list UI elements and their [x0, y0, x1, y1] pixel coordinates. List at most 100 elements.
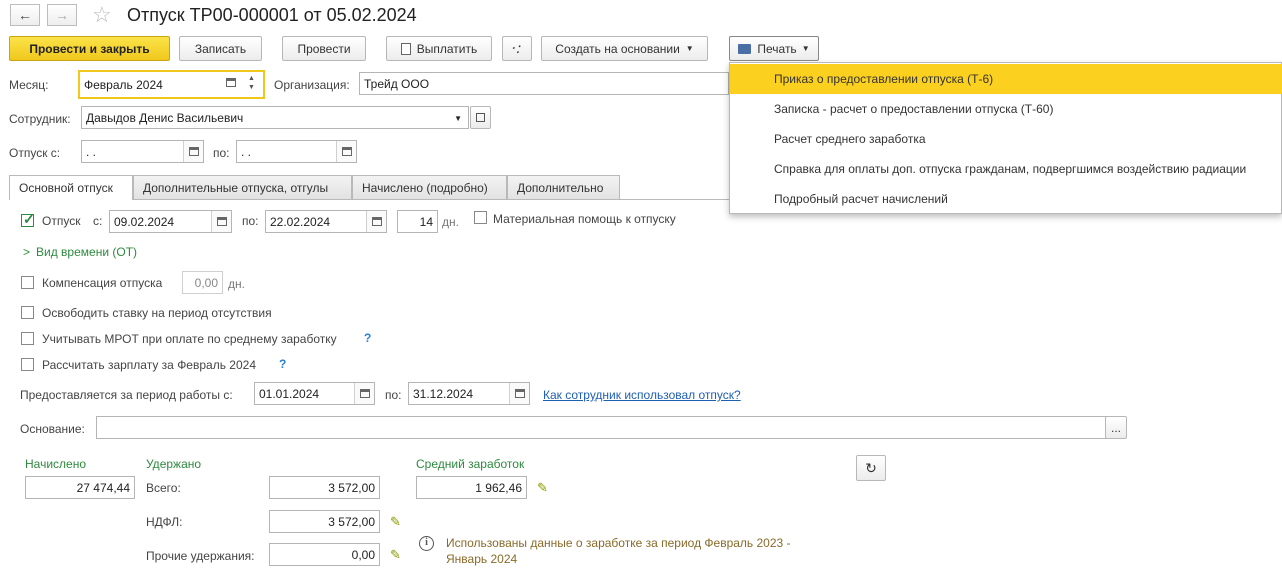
print-button[interactable]: Печать ▼	[729, 36, 819, 61]
tab-accrued-detailed[interactable]: Начислено (подробно)	[352, 175, 507, 199]
tab-additional-leaves[interactable]: Дополнительные отпуска, отгулы	[133, 175, 352, 199]
tab-additional[interactable]: Дополнительно	[507, 175, 620, 199]
post-button[interactable]: Провести	[282, 36, 366, 61]
save-button[interactable]: Записать	[179, 36, 262, 61]
total-withheld-field: 3 572,00	[269, 476, 380, 499]
period-from-value: 01.01.2024	[259, 387, 320, 401]
open-employee-button[interactable]	[470, 106, 491, 129]
leave-checkbox-label: Отпуск	[42, 214, 81, 228]
print-label: Печать	[757, 41, 797, 56]
mrot-checkbox[interactable]	[21, 332, 34, 345]
calc-salary-checkbox[interactable]	[21, 358, 34, 371]
calendar-icon[interactable]	[336, 141, 356, 162]
printer-icon	[738, 43, 752, 54]
dropdown-arrow-icon[interactable]: ▼	[454, 112, 462, 126]
info-icon: i	[419, 536, 434, 551]
create-based-on-button[interactable]: Создать на основании ▼	[541, 36, 708, 61]
employee-label: Сотрудник:	[9, 112, 71, 126]
ndfl-label: НДФЛ:	[146, 515, 183, 529]
time-type-expander[interactable]: > Вид времени (ОТ)	[23, 245, 137, 259]
chevron-right-icon: >	[23, 245, 31, 259]
month-field[interactable]: Февраль 2024 ▲ ▼	[78, 70, 265, 99]
attach-button[interactable]: ∴	[502, 36, 532, 61]
create-based-label: Создать на основании	[555, 41, 680, 56]
ellipsis-icon: ...	[1110, 420, 1121, 435]
free-rate-checkbox[interactable]	[21, 306, 34, 319]
document-icon	[400, 42, 411, 55]
leave-end-field[interactable]: 22.02.2024	[265, 210, 387, 233]
arrow-left-icon: ←	[18, 7, 32, 23]
print-menu: Приказ о предоставлении отпуска (Т-6) За…	[729, 62, 1282, 214]
dropdown-arrow-icon: ▼	[685, 44, 694, 53]
compensation-days-field[interactable]: 0,00	[182, 271, 223, 294]
period-to-field[interactable]: 31.12.2024	[408, 382, 530, 405]
open-window-icon	[476, 113, 485, 122]
other-withholdings-label: Прочие удержания:	[146, 549, 255, 563]
edit-avg-pencil-icon[interactable]: ✎	[537, 480, 548, 496]
leave-usage-link[interactable]: Как сотрудник использовал отпуск?	[543, 388, 741, 402]
calendar-icon[interactable]	[509, 383, 529, 404]
period-from-field[interactable]: 01.01.2024	[254, 382, 375, 405]
window-title: Отпуск ТР00-000001 от 05.02.2024	[127, 5, 417, 25]
basis-select-button[interactable]: ...	[1105, 416, 1127, 439]
month-stepper[interactable]: ▲ ▼	[248, 74, 255, 92]
to-label: по:	[242, 214, 259, 228]
leave-end-value: 22.02.2024	[270, 215, 331, 229]
calendar-icon[interactable]	[354, 383, 374, 404]
pay-label: Выплатить	[416, 41, 478, 56]
refresh-icon: ↻	[865, 459, 877, 476]
arrow-right-icon: →	[55, 7, 69, 23]
leave-start-value: 09.02.2024	[114, 215, 175, 229]
days-field[interactable]: 14	[397, 210, 438, 233]
print-menu-item-detailed-calc[interactable]: Подробный расчет начислений	[730, 184, 1282, 214]
calendar-icon[interactable]	[366, 211, 386, 232]
month-value: Февраль 2024	[84, 78, 163, 92]
leave-start-field[interactable]: 09.02.2024	[109, 210, 232, 233]
employee-field[interactable]: Давыдов Денис Васильевич ▼	[81, 106, 469, 129]
ndfl-field: 3 572,00	[269, 510, 380, 533]
paperclip-icon: ∴	[508, 39, 527, 57]
mrot-help-icon[interactable]: ?	[364, 331, 371, 345]
calendar-icon[interactable]	[183, 141, 203, 162]
compensation-label: Компенсация отпуска	[42, 276, 163, 290]
print-menu-item-avg-earnings[interactable]: Расчет среднего заработка	[730, 124, 1282, 154]
print-menu-item-t60[interactable]: Записка - расчет о предоставлении отпуск…	[730, 94, 1282, 124]
leave-to-value: . .	[241, 145, 252, 159]
leave-to-label: по:	[213, 146, 230, 160]
print-menu-item-radiation-cert[interactable]: Справка для оплаты доп. отпуска граждана…	[730, 154, 1282, 184]
checkmark-icon: ✓	[23, 211, 35, 227]
total-withheld-label: Всего:	[146, 481, 181, 495]
avg-earnings-field: 1 962,46	[416, 476, 527, 499]
month-label: Месяц:	[9, 78, 49, 92]
edit-ndfl-pencil-icon[interactable]: ✎	[390, 514, 401, 530]
organization-field[interactable]: Трейд ООО	[359, 72, 729, 95]
calendar-icon[interactable]	[211, 211, 231, 232]
forward-button[interactable]: →	[47, 4, 77, 26]
days-unit: дн.	[442, 215, 459, 229]
info-text: Использованы данные о заработке за перио…	[446, 536, 791, 566]
material-help-checkbox[interactable]	[474, 211, 487, 224]
mrot-label: Учитывать МРОТ при оплате по среднему за…	[42, 332, 337, 346]
post-and-close-button[interactable]: Провести и закрыть	[9, 36, 170, 61]
refresh-button[interactable]: ↻	[856, 455, 886, 481]
leave-from-label: Отпуск с:	[9, 146, 61, 160]
calc-salary-help-icon[interactable]: ?	[279, 357, 286, 371]
employee-value: Давыдов Денис Васильевич	[86, 111, 244, 125]
calendar-icon[interactable]	[226, 78, 236, 87]
favorite-star-icon[interactable]: ☆	[92, 2, 112, 28]
dropdown-arrow-icon: ▼	[801, 44, 810, 53]
tab-main-leave[interactable]: Основной отпуск	[9, 175, 133, 200]
back-button[interactable]: ←	[10, 4, 40, 26]
accrued-field: 27 474,44	[25, 476, 135, 499]
edit-other-pencil-icon[interactable]: ✎	[390, 547, 401, 563]
leave-checkbox[interactable]: ✓	[21, 211, 35, 227]
period-label: Предоставляется за период работы с:	[20, 388, 233, 402]
basis-field[interactable]	[96, 416, 1107, 439]
compensation-checkbox[interactable]	[21, 276, 34, 289]
leave-from-field[interactable]: . .	[81, 140, 204, 163]
pay-button[interactable]: Выплатить	[386, 36, 492, 61]
free-rate-label: Освободить ставку на период отсутствия	[42, 306, 272, 320]
calc-salary-label: Рассчитать зарплату за Февраль 2024	[42, 358, 256, 372]
print-menu-item-t6[interactable]: Приказ о предоставлении отпуска (Т-6)	[730, 64, 1282, 94]
leave-to-field[interactable]: . .	[236, 140, 357, 163]
